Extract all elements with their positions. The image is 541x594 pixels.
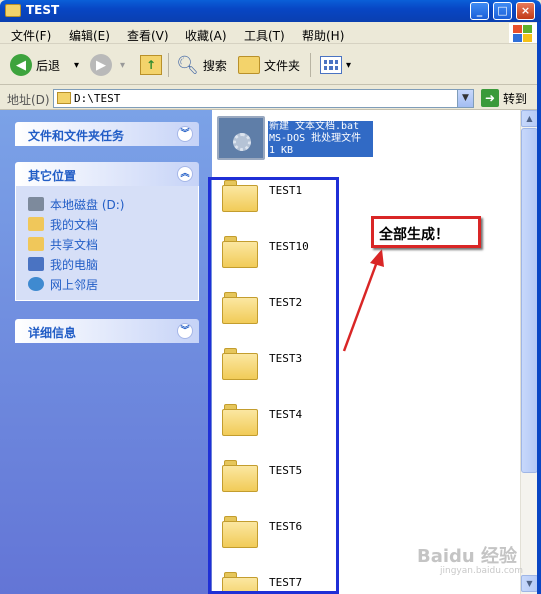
window-title: TEST bbox=[26, 3, 60, 17]
place-local-disk[interactable]: 本地磁盘 (D:) bbox=[28, 194, 198, 214]
panel-title: 详细信息 bbox=[28, 326, 77, 340]
chevron-up-icon[interactable]: ︽ bbox=[177, 166, 193, 182]
back-button[interactable]: ◀ 后退 ▾ bbox=[10, 52, 79, 78]
minimize-button[interactable]: _ bbox=[470, 2, 489, 20]
file-tasks-panel: 文件和文件夹任务 ︾ bbox=[15, 122, 199, 146]
panel-header[interactable]: 其它位置 ︽ bbox=[15, 162, 199, 186]
bat-file-name: 新建 文本文档.bat bbox=[269, 121, 360, 132]
go-arrow-icon: ➜ bbox=[481, 89, 499, 107]
back-dropdown-arrow[interactable]: ▾ bbox=[74, 60, 79, 71]
bat-file-type: MS-DOS 批处理文件 bbox=[269, 133, 362, 144]
details-panel: 详细信息 ︾ bbox=[15, 319, 199, 343]
chevron-down-icon[interactable]: ︾ bbox=[177, 126, 193, 142]
toolbar-separator bbox=[310, 53, 311, 77]
drive-icon bbox=[28, 197, 44, 211]
menu-file[interactable]: 文件(F) bbox=[11, 27, 51, 44]
back-label: 后退 bbox=[36, 58, 61, 73]
up-folder-button[interactable]: ↑ bbox=[140, 52, 162, 78]
toolbar: ◀ 后退 ▾ ▶ ▾ ↑ 🔍︎ 搜索 文件夹 ▾ bbox=[0, 45, 541, 85]
folder-icon bbox=[57, 92, 71, 104]
menu-bar: 文件(F) 编辑(E) 查看(V) 收藏(A) 工具(T) 帮助(H) bbox=[0, 22, 541, 44]
search-icon: 🔍︎ bbox=[176, 54, 199, 76]
chevron-down-icon[interactable]: ︾ bbox=[177, 323, 193, 339]
go-label: 转到 bbox=[503, 91, 528, 106]
place-network[interactable]: 网上邻居 bbox=[28, 274, 198, 294]
annotation-callout: 全部生成！ bbox=[371, 216, 481, 248]
go-button[interactable]: ➜ 转到 bbox=[481, 89, 527, 107]
place-label: 本地磁盘 (D:) bbox=[50, 197, 125, 212]
bat-file-size: 1 KB bbox=[269, 145, 294, 156]
my-documents-icon bbox=[28, 217, 44, 231]
up-folder-icon: ↑ bbox=[140, 55, 162, 75]
title-bar[interactable]: TEST _ □ × bbox=[0, 0, 541, 22]
toolbar-separator bbox=[168, 53, 169, 77]
panel-header[interactable]: 详细信息 ︾ bbox=[15, 319, 199, 343]
batch-file-icon bbox=[217, 116, 265, 160]
highlight-box bbox=[208, 177, 339, 594]
place-label: 我的文档 bbox=[50, 217, 99, 232]
bat-file-info: 新建 文本文档.bat MS-DOS 批处理文件 1 KB bbox=[268, 121, 373, 157]
my-computer-icon bbox=[28, 257, 44, 271]
watermark-logo: Baidu 经验 bbox=[417, 546, 518, 567]
place-label: 我的电脑 bbox=[50, 257, 99, 272]
place-my-computer[interactable]: 我的电脑 bbox=[28, 254, 198, 274]
forward-dropdown-arrow[interactable]: ▾ bbox=[120, 60, 125, 71]
menu-view[interactable]: 查看(V) bbox=[127, 27, 169, 44]
place-my-documents[interactable]: 我的文档 bbox=[28, 214, 198, 234]
vertical-scrollbar[interactable]: ▲ ▼ bbox=[520, 110, 538, 594]
scroll-up-button[interactable]: ▲ bbox=[521, 110, 538, 127]
place-label: 网上邻居 bbox=[50, 277, 99, 292]
views-dropdown-arrow[interactable]: ▾ bbox=[346, 60, 351, 71]
address-dropdown-button[interactable]: ▼ bbox=[457, 90, 473, 107]
search-button[interactable]: 🔍︎ 搜索 bbox=[176, 52, 227, 78]
menu-help[interactable]: 帮助(H) bbox=[302, 27, 344, 44]
annotation-arrow bbox=[342, 249, 384, 352]
menu-edit[interactable]: 编辑(E) bbox=[69, 27, 110, 44]
folder-icon bbox=[5, 4, 21, 17]
other-places-list: 本地磁盘 (D:) 我的文档 共享文档 我的电脑 网上邻居 bbox=[15, 186, 199, 301]
views-icon bbox=[320, 56, 342, 74]
views-button[interactable]: ▾ bbox=[320, 52, 351, 78]
back-arrow-icon: ◀ bbox=[10, 54, 32, 76]
folders-icon bbox=[238, 56, 260, 74]
panel-title: 文件和文件夹任务 bbox=[28, 129, 125, 143]
menu-favorites[interactable]: 收藏(A) bbox=[185, 27, 227, 44]
folders-label: 文件夹 bbox=[264, 58, 301, 73]
address-field[interactable]: D:\TEST ▼ bbox=[53, 89, 474, 108]
task-pane: 文件和文件夹任务 ︾ 其它位置 ︽ 本地磁盘 (D:) 我的文档 共享文档 我的… bbox=[0, 110, 212, 594]
watermark-url: jingyan.baidu.com bbox=[440, 566, 524, 576]
address-label: 地址(D) bbox=[7, 93, 50, 107]
menu-tools[interactable]: 工具(T) bbox=[244, 27, 285, 44]
window-border bbox=[537, 22, 541, 594]
place-label: 共享文档 bbox=[50, 237, 99, 252]
network-icon bbox=[28, 277, 44, 291]
shared-documents-icon bbox=[28, 237, 44, 251]
panel-header[interactable]: 文件和文件夹任务 ︾ bbox=[15, 122, 199, 146]
folders-button[interactable]: 文件夹 bbox=[238, 52, 300, 78]
maximize-button[interactable]: □ bbox=[493, 2, 512, 20]
scroll-down-button[interactable]: ▼ bbox=[521, 575, 538, 592]
windows-logo-icon bbox=[509, 23, 537, 43]
other-places-panel: 其它位置 ︽ 本地磁盘 (D:) 我的文档 共享文档 我的电脑 网上邻居 bbox=[15, 162, 199, 301]
panel-title: 其它位置 bbox=[28, 169, 77, 183]
address-value: D:\TEST bbox=[74, 92, 121, 105]
close-button[interactable]: × bbox=[516, 2, 535, 20]
place-shared-documents[interactable]: 共享文档 bbox=[28, 234, 198, 254]
search-label: 搜索 bbox=[202, 58, 227, 73]
forward-arrow-icon: ▶ bbox=[90, 54, 112, 76]
forward-button[interactable]: ▶ ▾ bbox=[90, 52, 125, 78]
address-bar: 地址(D) D:\TEST ▼ ➜ 转到 bbox=[0, 86, 541, 110]
scroll-thumb[interactable] bbox=[521, 128, 538, 473]
